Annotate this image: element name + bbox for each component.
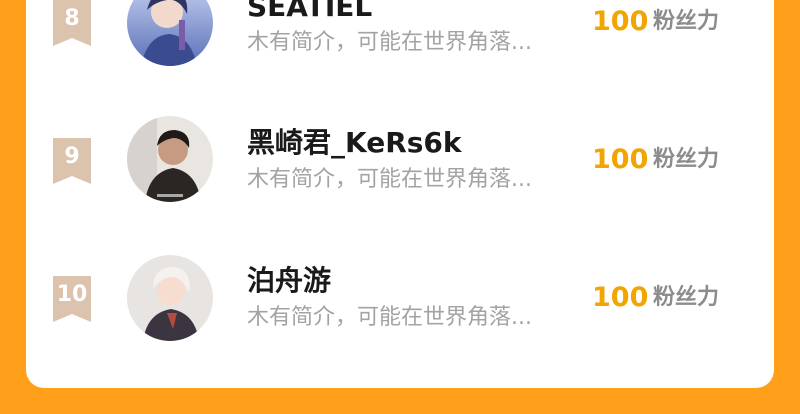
rank-number: 8 (64, 6, 80, 31)
fan-label: 粉丝力 (653, 9, 720, 34)
list-item[interactable]: 10 泊舟游 木有简介，可能在世界角落... 100 粉丝力 (26, 246, 774, 356)
list-item[interactable]: 8 SEATIEL 木有简介，可能在世界角落... 100 粉丝力 (26, 0, 774, 80)
user-bio: 木有简介，可能在世界角落... (247, 30, 532, 55)
rank-number: 9 (64, 144, 80, 169)
user-name[interactable]: SEATIEL (247, 0, 372, 24)
fan-label: 粉丝力 (653, 147, 720, 172)
user-name[interactable]: 黑崎君_KeRs6k (247, 126, 462, 160)
fan-count: 100 (592, 144, 649, 175)
avatar[interactable] (127, 0, 213, 66)
avatar[interactable] (127, 116, 213, 202)
user-name[interactable]: 泊舟游 (247, 264, 331, 298)
rank-number: 10 (56, 282, 88, 307)
rank-badge: 8 (53, 0, 91, 46)
rank-badge: 10 (53, 276, 91, 322)
ranking-card: 8 SEATIEL 木有简介，可能在世界角落... 100 粉丝力 9 黑崎君_… (26, 0, 774, 388)
fan-count: 100 (592, 282, 649, 313)
avatar[interactable] (127, 255, 213, 341)
user-bio: 木有简介，可能在世界角落... (247, 167, 532, 192)
user-bio: 木有简介，可能在世界角落... (247, 305, 532, 330)
list-item[interactable]: 9 黑崎君_KeRs6k 木有简介，可能在世界角落... 100 粉丝力 (26, 108, 774, 218)
fan-label: 粉丝力 (653, 285, 720, 310)
fan-count: 100 (592, 6, 649, 37)
rank-badge: 9 (53, 138, 91, 184)
anime-white-hair-avatar-icon (127, 255, 213, 341)
photo-boy-avatar-icon (127, 116, 213, 202)
anime-boy-avatar-icon (127, 0, 213, 66)
